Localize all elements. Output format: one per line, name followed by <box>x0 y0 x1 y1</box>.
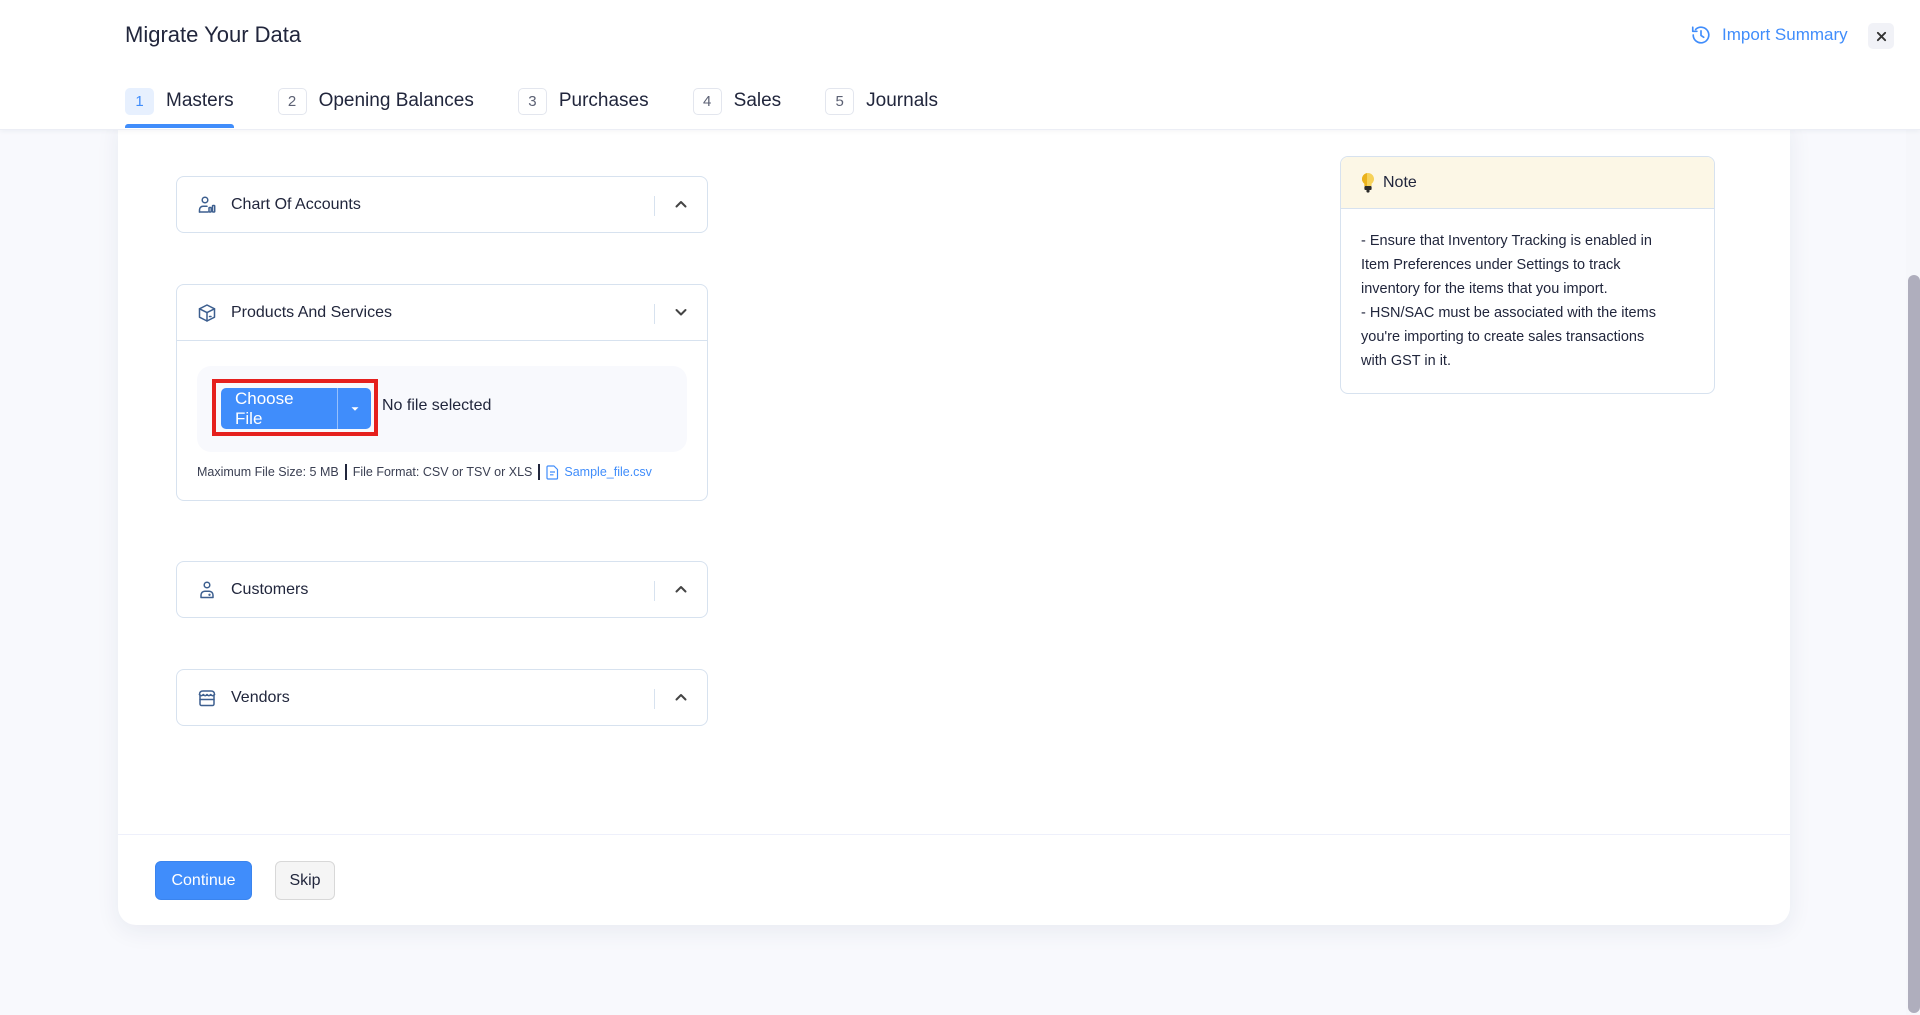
section-vendors: Vendors <box>176 669 708 726</box>
continue-button[interactable]: Continue <box>155 861 252 900</box>
chevron-up-icon[interactable] <box>673 581 689 597</box>
lightbulb-icon <box>1361 172 1375 193</box>
section-header[interactable]: Products And Services <box>177 285 707 340</box>
page-header: Migrate Your Data Import Summary 1 Maste… <box>0 0 1920 130</box>
tab-step-number: 4 <box>692 87 722 115</box>
separator <box>344 464 347 480</box>
file-status: No file selected <box>382 397 492 414</box>
section-header[interactable]: Chart Of Accounts <box>177 177 707 232</box>
note-body: - Ensure that Inventory Tracking is enab… <box>1341 209 1714 373</box>
section-header[interactable]: Customers <box>177 562 707 617</box>
section-customers: Customers <box>176 561 708 618</box>
choose-file-group: Choose File <box>221 388 371 429</box>
tab-opening-balances[interactable]: 2 Opening Balances <box>277 86 474 116</box>
section-chart-of-accounts: Chart Of Accounts <box>176 176 708 233</box>
footer-divider <box>118 834 1790 835</box>
tab-label: Purchases <box>558 90 649 111</box>
note-title: Note <box>1383 173 1417 191</box>
max-file-size: Maximum File Size: 5 MB <box>197 465 339 479</box>
store-icon <box>197 688 217 708</box>
chevron-down-icon[interactable] <box>673 304 689 320</box>
user-icon <box>197 580 217 600</box>
divider <box>654 304 655 324</box>
note-line: with GST in it. <box>1361 353 1451 369</box>
page-title: Migrate Your Data <box>125 22 302 47</box>
history-icon <box>1690 24 1712 46</box>
section-title: Chart Of Accounts <box>231 195 361 213</box>
note-line: - HSN/SAC must be associated with the it… <box>1361 305 1656 321</box>
section-header[interactable]: Vendors <box>177 670 707 725</box>
tab-step-number: 3 <box>517 87 547 115</box>
sample-file-link[interactable]: Sample_file.csv <box>546 464 652 480</box>
note-header: Note <box>1341 157 1714 209</box>
main-card: Chart Of Accounts Products And Services <box>118 120 1790 925</box>
tab-step-number: 5 <box>825 87 855 115</box>
tab-label: Masters <box>166 90 234 111</box>
tab-label: Opening Balances <box>318 90 474 111</box>
import-summary-link[interactable]: Import Summary <box>1690 24 1848 46</box>
tab-label: Sales <box>733 90 782 111</box>
section-title: Customers <box>231 580 309 598</box>
tab-sales[interactable]: 4 Sales <box>692 86 782 116</box>
note-line: Item Preferences under Settings to track <box>1361 257 1621 273</box>
divider <box>654 581 655 601</box>
step-tabs: 1 Masters 2 Opening Balances 3 Purchases… <box>125 86 982 128</box>
import-summary-label: Import Summary <box>1722 25 1848 44</box>
tab-label: Journals <box>866 90 938 111</box>
skip-button[interactable]: Skip <box>275 861 335 900</box>
chevron-up-icon[interactable] <box>673 689 689 705</box>
upload-zone: Choose File No file selected <box>197 366 687 452</box>
note-line: you're importing to create sales transac… <box>1361 329 1645 345</box>
note-line: inventory for the items that you import. <box>1361 281 1608 297</box>
tab-masters[interactable]: 1 Masters <box>125 86 234 128</box>
tab-journals[interactable]: 5 Journals <box>825 86 938 116</box>
divider <box>654 689 655 709</box>
divider <box>654 196 655 216</box>
choose-file-button[interactable]: Choose File <box>221 388 338 429</box>
section-title: Products And Services <box>231 303 392 321</box>
chart-of-accounts-icon <box>197 195 217 215</box>
chevron-up-icon[interactable] <box>673 196 689 212</box>
tab-purchases[interactable]: 3 Purchases <box>517 86 649 116</box>
note-line: - Ensure that Inventory Tracking is enab… <box>1361 233 1652 249</box>
close-button[interactable] <box>1868 23 1894 49</box>
tab-step-number: 2 <box>277 87 307 115</box>
section-body: Choose File No file selected Maximum Fil… <box>177 340 707 500</box>
tab-step-number: 1 <box>125 87 154 115</box>
caret-down-icon <box>350 406 360 412</box>
file-hint: Maximum File Size: 5 MB File Format: CSV… <box>197 464 687 480</box>
section-title: Vendors <box>231 688 290 706</box>
sample-file-label: Sample_file.csv <box>564 465 652 479</box>
file-format: File Format: CSV or TSV or XLS <box>352 465 533 479</box>
file-icon <box>546 464 559 480</box>
separator <box>538 464 541 480</box>
note-box: Note - Ensure that Inventory Tracking is… <box>1340 156 1715 394</box>
close-icon <box>1876 31 1887 42</box>
scrollbar-thumb[interactable] <box>1908 275 1920 1013</box>
choose-file-dropdown[interactable] <box>338 388 371 429</box>
box-icon <box>197 303 217 323</box>
section-products-and-services: Products And Services Choose File No fil… <box>176 284 708 501</box>
